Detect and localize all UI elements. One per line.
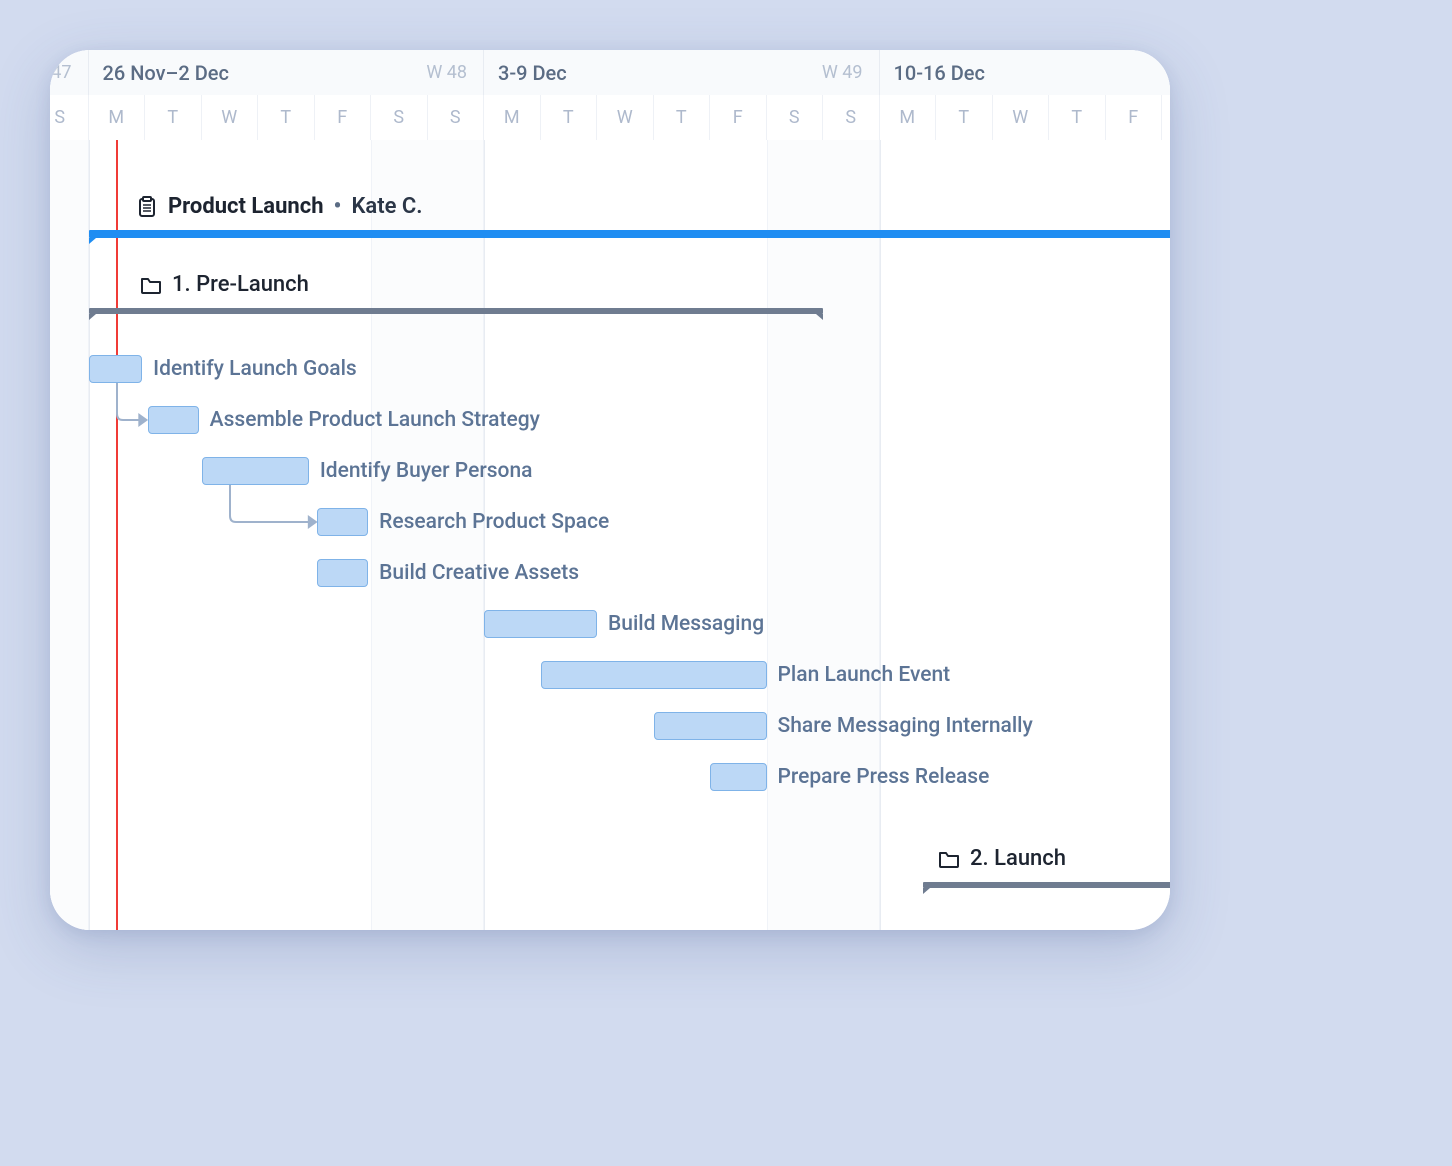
group-bar-launch[interactable] <box>923 882 1170 892</box>
gantt-window: 47 26 Nov–2 Dec W 48 3-9 Dec W 49 10-16 Dec S… <box>50 50 1170 930</box>
week-cell[interactable]: 3-9 Dec W 49 <box>484 50 880 95</box>
dependency-arrow <box>226 481 328 534</box>
day-cell[interactable]: F <box>710 95 767 140</box>
task-label: Prepare Press Release <box>778 765 990 789</box>
project-title-row[interactable]: Product Launch • Kate C. <box>136 194 423 219</box>
task-bar-messaging[interactable]: Build Messaging <box>484 610 597 638</box>
task-label: Identify Launch Goals <box>153 357 357 381</box>
task-label: Research Product Space <box>379 510 609 534</box>
day-cell[interactable]: M <box>89 95 146 140</box>
task-label: Assemble Product Launch Strategy <box>210 408 540 432</box>
group-label: 2. Launch <box>970 846 1066 871</box>
week-separator <box>484 140 485 930</box>
task-bar-strategy[interactable]: Assemble Product Launch Strategy <box>148 406 199 434</box>
day-cell[interactable]: F <box>1106 95 1163 140</box>
group-title-launch[interactable]: 2. Launch <box>938 846 1066 871</box>
gantt-body[interactable]: Product Launch • Kate C. 1. Pre-Launch 2.… <box>50 140 1170 930</box>
group-label: 1. Pre-Launch <box>172 272 309 297</box>
folder-icon <box>938 848 960 870</box>
task-label: Share Messaging Internally <box>778 714 1033 738</box>
day-cell[interactable]: S <box>50 95 89 140</box>
day-row: SMTWTFSSMTWTFSSMTWTFS <box>50 95 1170 140</box>
day-cell[interactable]: W <box>597 95 654 140</box>
weekend-column <box>371 140 484 930</box>
group-title-prelaunch[interactable]: 1. Pre-Launch <box>140 272 309 297</box>
separator-dot: • <box>334 194 342 219</box>
day-cell[interactable]: T <box>654 95 711 140</box>
folder-icon <box>140 274 162 296</box>
task-label: Build Messaging <box>608 612 764 636</box>
day-cell[interactable]: T <box>936 95 993 140</box>
week-number-label: 47 <box>51 62 71 83</box>
task-bar-share[interactable]: Share Messaging Internally <box>654 712 767 740</box>
week-cell[interactable]: 26 Nov–2 Dec W 48 <box>89 50 485 95</box>
day-cell[interactable]: T <box>1049 95 1106 140</box>
project-name: Product Launch <box>168 194 324 219</box>
week-cell[interactable]: 10-16 Dec <box>880 50 1171 95</box>
week-cell[interactable]: 47 <box>50 50 89 95</box>
week-separator <box>880 140 881 930</box>
day-cell[interactable]: S <box>767 95 824 140</box>
weekend-column <box>767 140 880 930</box>
day-cell[interactable]: T <box>258 95 315 140</box>
week-separator <box>89 140 90 930</box>
week-range-label: 3-9 Dec <box>498 61 567 85</box>
day-cell[interactable]: T <box>145 95 202 140</box>
week-range-label: 10-16 Dec <box>894 61 985 85</box>
weekend-column <box>50 140 89 930</box>
task-bar-persona[interactable]: Identify Buyer Persona <box>202 457 309 485</box>
group-bar-prelaunch[interactable] <box>89 308 824 318</box>
project-owner: Kate C. <box>351 194 422 219</box>
day-cell[interactable]: S <box>823 95 880 140</box>
day-cell[interactable]: S <box>428 95 485 140</box>
day-cell[interactable]: W <box>993 95 1050 140</box>
task-bar-press[interactable]: Prepare Press Release <box>710 763 767 791</box>
day-cell[interactable]: M <box>484 95 541 140</box>
day-cell[interactable]: S <box>371 95 428 140</box>
project-bar[interactable] <box>89 230 1171 240</box>
task-label: Identify Buyer Persona <box>320 459 533 483</box>
day-cell[interactable]: S <box>1162 95 1170 140</box>
today-line <box>116 140 118 930</box>
week-number-label: W 49 <box>822 62 863 83</box>
task-bar-event[interactable]: Plan Launch Event <box>541 661 767 689</box>
day-cell[interactable]: T <box>541 95 598 140</box>
task-bar-goals[interactable]: Identify Launch Goals <box>89 355 143 383</box>
task-label: Plan Launch Event <box>778 663 951 687</box>
week-range-label: 26 Nov–2 Dec <box>103 61 229 85</box>
day-cell[interactable]: M <box>880 95 937 140</box>
day-cell[interactable]: W <box>202 95 259 140</box>
task-bar-research[interactable]: Research Product Space <box>317 508 368 536</box>
day-cell[interactable]: F <box>315 95 372 140</box>
task-bar-assets[interactable]: Build Creative Assets <box>317 559 368 587</box>
timeline-header: 47 26 Nov–2 Dec W 48 3-9 Dec W 49 10-16 Dec S… <box>50 50 1170 140</box>
week-number-label: W 48 <box>426 62 467 83</box>
week-row: 47 26 Nov–2 Dec W 48 3-9 Dec W 49 10-16 Dec <box>50 50 1170 95</box>
clipboard-icon <box>136 196 158 218</box>
task-label: Build Creative Assets <box>379 561 579 585</box>
